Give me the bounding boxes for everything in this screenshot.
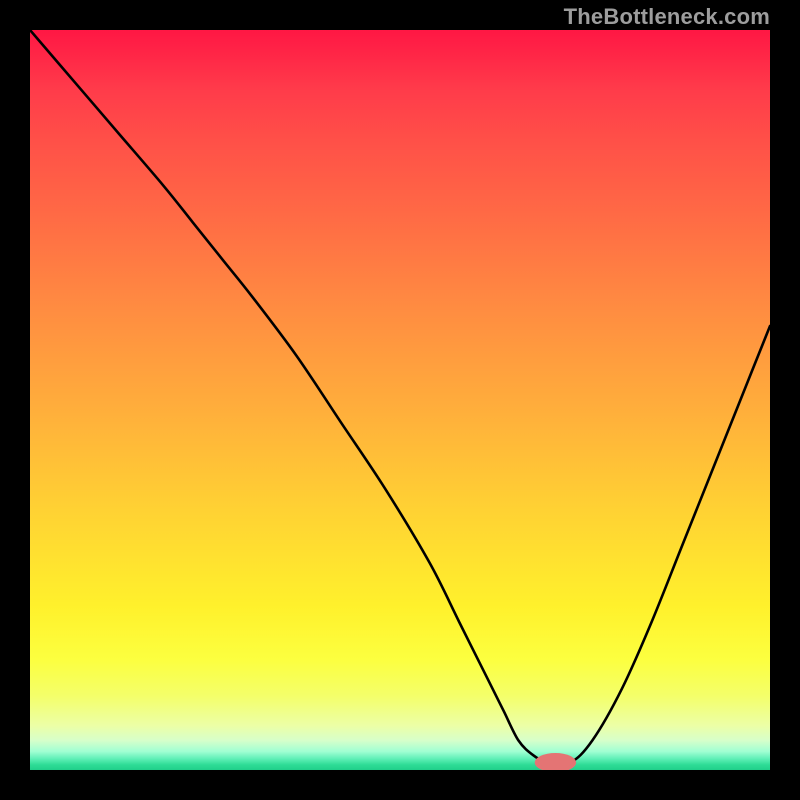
optimum-marker	[535, 753, 576, 770]
chart-frame: TheBottleneck.com	[0, 0, 800, 800]
curve-layer	[30, 30, 770, 770]
watermark-text: TheBottleneck.com	[564, 4, 770, 30]
bottleneck-curve	[30, 30, 770, 765]
plot-area	[30, 30, 770, 770]
